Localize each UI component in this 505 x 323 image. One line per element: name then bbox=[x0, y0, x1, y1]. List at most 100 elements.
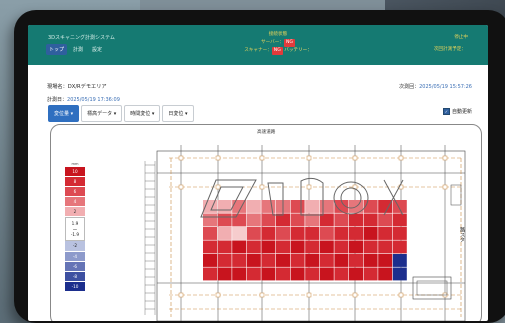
legend-cell-2: 2 bbox=[65, 207, 85, 218]
heatmap-cell bbox=[261, 267, 276, 281]
nav-item-measure[interactable]: 計測 bbox=[70, 44, 86, 55]
heatmap-cell bbox=[319, 267, 334, 281]
heatmap-cell bbox=[217, 227, 232, 240]
app-title: 3Dスキャニング計測システム bbox=[48, 35, 115, 41]
legend-cell-10: 10 bbox=[65, 167, 85, 178]
color-scale-legend: mm 10 8 6 4 2 1.9 〜 -1.9 -2 -4 -6 -8 -10 bbox=[65, 162, 85, 292]
heatmap-cell bbox=[305, 267, 320, 281]
tab-displacement[interactable]: 変位量 ▾ bbox=[48, 105, 80, 122]
heatmap-cell bbox=[334, 213, 349, 227]
heatmap-cell bbox=[334, 227, 349, 240]
heatmap-cell bbox=[378, 213, 393, 227]
stair-hatch bbox=[144, 161, 156, 315]
heatmap-cell bbox=[305, 254, 320, 267]
heatmap-cell bbox=[232, 240, 247, 254]
nav-item-settings[interactable]: 設定 bbox=[89, 44, 105, 55]
measured-date-value: 2025/05/19 17:36:09 bbox=[67, 97, 120, 103]
legend-cell-neg8: -8 bbox=[65, 271, 85, 282]
next-measure-time: 次測回：2025/05/19 15:57:26 bbox=[399, 83, 472, 90]
heatmap-cell bbox=[378, 254, 393, 267]
heatmap-cell bbox=[334, 240, 349, 254]
legend-cell-neg10: -10 bbox=[65, 281, 85, 292]
heatmap-cell bbox=[392, 267, 407, 281]
heatmap-cell bbox=[276, 267, 290, 281]
heatmap-cell bbox=[203, 213, 217, 227]
legend-cell-neg2: -2 bbox=[65, 241, 85, 252]
measured-date-label: 計測日： bbox=[47, 97, 68, 103]
road-label: 高速道路 bbox=[257, 130, 276, 135]
heatmap-cell bbox=[305, 240, 320, 254]
heatmap-cell bbox=[276, 227, 290, 240]
heatmap-cell bbox=[392, 213, 407, 227]
heatmap-cell bbox=[203, 267, 217, 281]
server-status-badge: NG bbox=[283, 39, 295, 47]
chevron-down-icon: ▾ bbox=[184, 111, 188, 117]
heatmap-cell bbox=[246, 240, 261, 254]
chevron-down-icon: ▾ bbox=[70, 111, 74, 117]
floor-plan-drawing bbox=[144, 145, 466, 321]
view-tabs: 変位量 ▾ 標高データ ▾ 時間変位 ▾ 日変位 ▾ bbox=[48, 105, 194, 122]
heatmap-cell bbox=[378, 267, 393, 281]
legend-unit: mm bbox=[71, 162, 79, 166]
tab-elevation[interactable]: 標高データ ▾ bbox=[81, 105, 123, 122]
heatmap-cell bbox=[246, 227, 261, 240]
heatmap-cell bbox=[261, 254, 276, 267]
tab-time-displacement-label: 時間変位 bbox=[130, 111, 151, 117]
next-measure-value: 2025/05/19 15:57:26 bbox=[419, 84, 472, 90]
scanner-status-badge: NG bbox=[271, 47, 283, 55]
nav-item-top[interactable]: トップ bbox=[46, 44, 68, 55]
next-plan-label: 次回計測予定： bbox=[433, 47, 466, 52]
heatmap-cell bbox=[232, 227, 247, 240]
tab-elevation-label: 標高データ bbox=[87, 111, 113, 117]
tab-displacement-label: 変位量 bbox=[54, 111, 70, 117]
heatmap-cell bbox=[363, 213, 378, 227]
auto-refresh-toggle[interactable]: ✓ 自動更新 bbox=[442, 108, 472, 115]
checkbox-checked-icon[interactable]: ✓ bbox=[442, 108, 450, 115]
heatmap-cell bbox=[378, 240, 393, 254]
heatmap-cell bbox=[246, 213, 261, 227]
next-measure-label: 次測回： bbox=[399, 84, 420, 90]
heatmap-cell bbox=[261, 227, 276, 240]
heatmap-cell bbox=[232, 213, 247, 227]
legend-cell-8: 8 bbox=[65, 177, 85, 188]
connection-status: 接続状態 サーバー： NG スキャナー： NG バッテリー： bbox=[223, 31, 333, 55]
server-status-label: サーバー： bbox=[261, 40, 284, 45]
heatmap-cell bbox=[203, 227, 217, 240]
main-nav: トップ 計測 設定 bbox=[46, 44, 105, 55]
heatmap-cell bbox=[392, 200, 407, 213]
heatmap-grid bbox=[203, 200, 407, 281]
run-state: 停止中 bbox=[454, 35, 468, 40]
legend-mid-bottom: -1.9 bbox=[70, 232, 80, 238]
heatmap-cell bbox=[246, 254, 261, 267]
site-name-label: 現場名： bbox=[47, 84, 68, 90]
heatmap-cell bbox=[261, 240, 276, 254]
chevron-down-icon: ▾ bbox=[151, 111, 155, 117]
heatmap-cell bbox=[305, 200, 320, 213]
heatmap-cell bbox=[319, 200, 334, 213]
heatmap-cell bbox=[363, 267, 378, 281]
heatmap-cell bbox=[334, 254, 349, 267]
heatmap-cell bbox=[349, 213, 363, 227]
heatmap-cell bbox=[392, 254, 407, 267]
heatmap-cell bbox=[290, 240, 305, 254]
heatmap-cell bbox=[305, 227, 320, 240]
tab-time-displacement[interactable]: 時間変位 ▾ bbox=[124, 105, 161, 122]
legend-cell-neg6: -6 bbox=[65, 261, 85, 272]
legend-cell-neg4: -4 bbox=[65, 251, 85, 262]
legend-cell-neutral: 1.9 〜 -1.9 bbox=[65, 217, 85, 242]
heatmap-cell bbox=[290, 254, 305, 267]
chevron-down-icon: ▾ bbox=[113, 111, 117, 117]
heatmap-cell bbox=[392, 240, 407, 254]
heatmap-cell bbox=[349, 227, 363, 240]
heatmap-cell bbox=[217, 240, 232, 254]
door-structure bbox=[450, 184, 462, 206]
tab-daily-displacement[interactable]: 日変位 ▾ bbox=[162, 105, 194, 122]
tablet-frame: 3Dスキャニング計測システム トップ 計測 設定 接続状態 サーバー： NG スキ… bbox=[14, 10, 505, 323]
site-name: 現場名：DX/Rデモエリア bbox=[47, 83, 107, 90]
measured-date: 計測日：2025/05/19 17:36:09 bbox=[47, 96, 120, 103]
heatmap-cell bbox=[246, 267, 261, 281]
right-area-label: 路スタ bbox=[459, 227, 465, 242]
heatmap-cell bbox=[203, 240, 217, 254]
tablet-screen: 3Dスキャニング計測システム トップ 計測 設定 接続状態 サーバー： NG スキ… bbox=[28, 25, 488, 321]
heatmap-cell bbox=[363, 240, 378, 254]
